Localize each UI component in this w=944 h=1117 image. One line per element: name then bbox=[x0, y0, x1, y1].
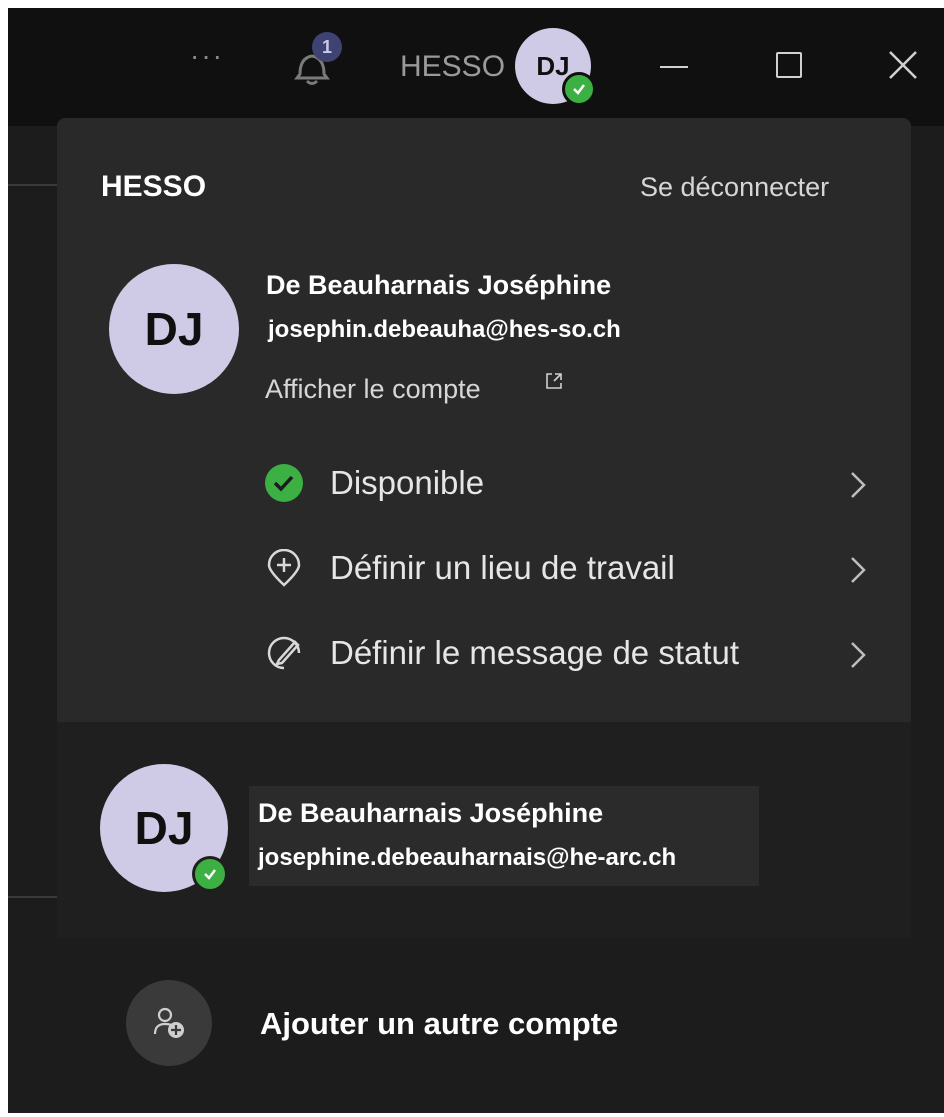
external-link-icon bbox=[545, 372, 563, 390]
menu-item-label: Disponible bbox=[330, 464, 485, 501]
maximize-button[interactable] bbox=[776, 52, 802, 78]
window-frame-top bbox=[0, 0, 944, 8]
available-check-icon bbox=[265, 464, 303, 502]
background-divider bbox=[8, 184, 58, 186]
org-title: HESSO bbox=[101, 170, 207, 203]
user-name: De Beauharnais Joséphine bbox=[266, 270, 612, 300]
menu-item-work-location[interactable]: Définir un lieu de travail bbox=[265, 541, 885, 601]
close-icon bbox=[889, 51, 917, 79]
status-message-pen-icon bbox=[265, 634, 303, 672]
chevron-right-icon bbox=[848, 470, 868, 500]
chevron-right-icon bbox=[848, 640, 868, 670]
close-window-button[interactable] bbox=[886, 48, 920, 82]
avatar-initials: DJ bbox=[536, 50, 570, 81]
menu-item-status-message[interactable]: Définir le message de statut bbox=[265, 626, 885, 686]
avatar: DJ bbox=[109, 264, 239, 394]
add-account-label[interactable]: Ajouter un autre compte bbox=[260, 1006, 618, 1042]
menu-item-label: Définir un lieu de travail bbox=[330, 549, 675, 586]
other-account-email: josephine.debeauharnais@he-arc.ch bbox=[258, 844, 677, 871]
view-account-link[interactable]: Afficher le compte bbox=[265, 374, 481, 405]
avatar-initials: DJ bbox=[134, 802, 194, 854]
more-options-button[interactable]: ··· bbox=[190, 40, 224, 72]
status-available-icon bbox=[192, 856, 228, 892]
window-frame-bottom bbox=[0, 1113, 944, 1117]
avatar-initials: DJ bbox=[144, 303, 204, 355]
signout-link[interactable]: Se déconnecter bbox=[640, 172, 829, 203]
user-email: josephin.debeauha@hes-so.ch bbox=[268, 316, 621, 343]
window-frame-left bbox=[0, 0, 8, 1117]
menu-item-label: Définir le message de statut bbox=[330, 634, 740, 671]
add-person-icon bbox=[153, 1007, 184, 1038]
menu-item-availability[interactable]: Disponible bbox=[265, 456, 885, 516]
background-divider bbox=[8, 896, 58, 898]
status-available-icon bbox=[562, 72, 596, 106]
add-account-button[interactable] bbox=[126, 980, 212, 1066]
chevron-right-icon bbox=[848, 555, 868, 585]
minimize-button[interactable] bbox=[660, 66, 688, 68]
other-account-name: De Beauharnais Joséphine bbox=[258, 798, 604, 828]
notification-badge: 1 bbox=[312, 32, 342, 62]
location-pin-plus-icon bbox=[265, 548, 303, 587]
titlebar-org-label[interactable]: HESSO bbox=[400, 50, 505, 84]
